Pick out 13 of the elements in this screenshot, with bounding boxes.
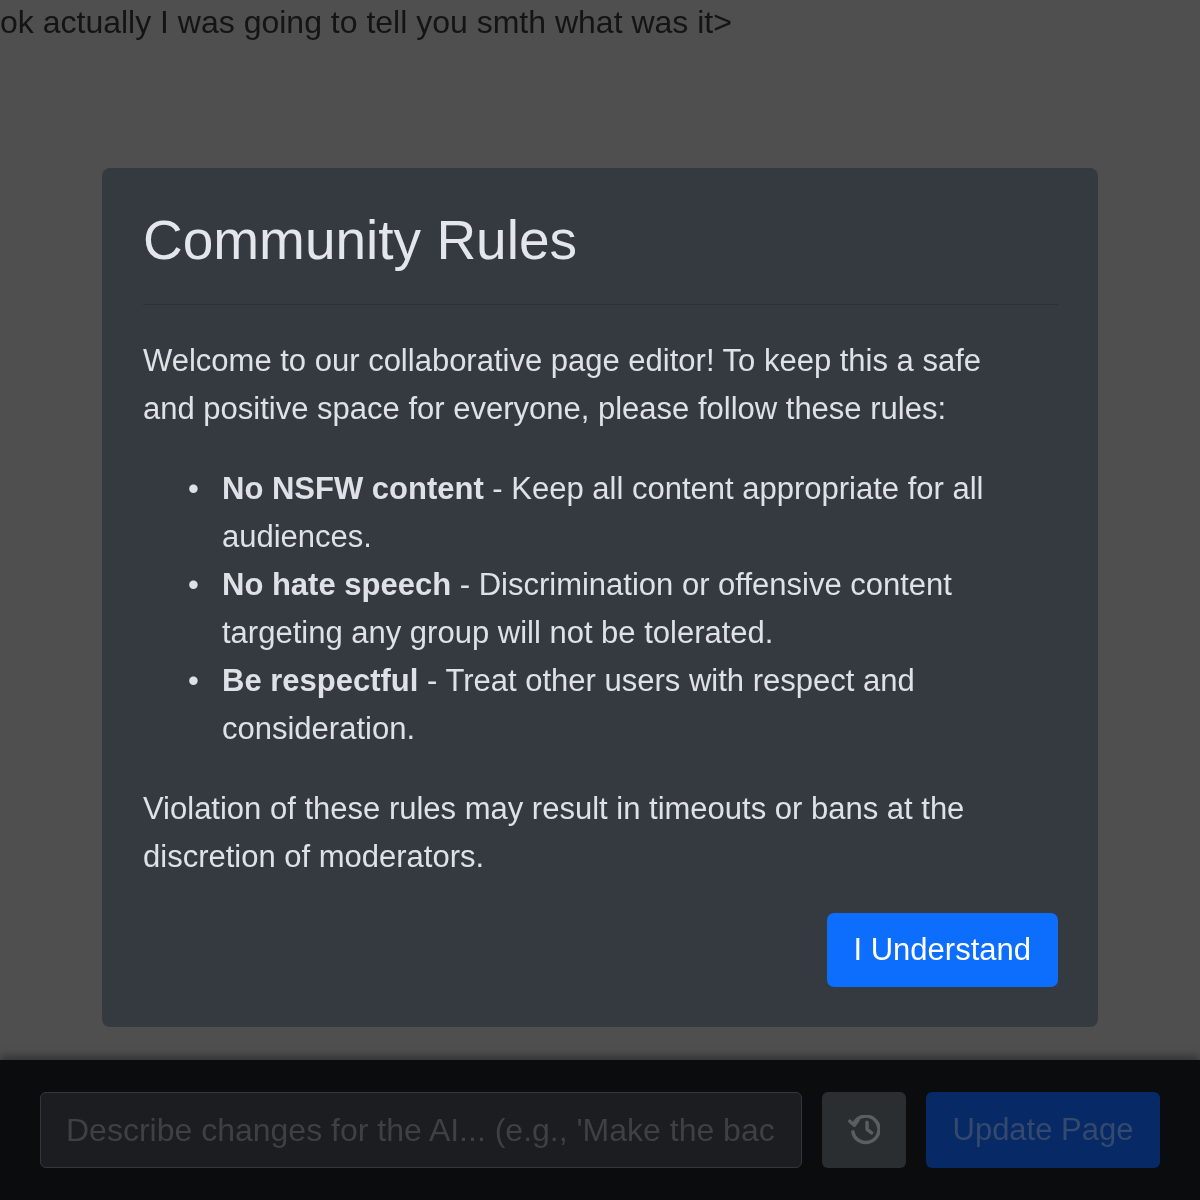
- dialog-title: Community Rules: [143, 208, 578, 272]
- bullet-marker: •: [188, 470, 200, 508]
- intro-text: Welcome to our collaborative page editor! To keep this a safe and positive space for everyone, please follow these rules:: [143, 342, 983, 428]
- bullet-marker: •: [188, 662, 200, 700]
- history-icon: [848, 1115, 880, 1145]
- understand-button[interactable]: I Understand: [826, 913, 1058, 987]
- rule-text: No NSFW content - Keep all content appropriate for all audiences.: [222, 470, 985, 556]
- bullet-marker: •: [188, 566, 200, 604]
- history-button[interactable]: [822, 1092, 906, 1168]
- closing-text: Violation of these rules may result in timeouts or bans at the discretion of moderators.: [143, 790, 966, 876]
- rule-text: No hate speech - Discrimination or offensive content targeting any group will not be tolerated.: [222, 566, 953, 652]
- chat-message: ok actually I was going to tell you smth what was it>: [0, 3, 732, 42]
- rule-text: Be respectful - Treat other users with respect and consideration.: [222, 662, 916, 748]
